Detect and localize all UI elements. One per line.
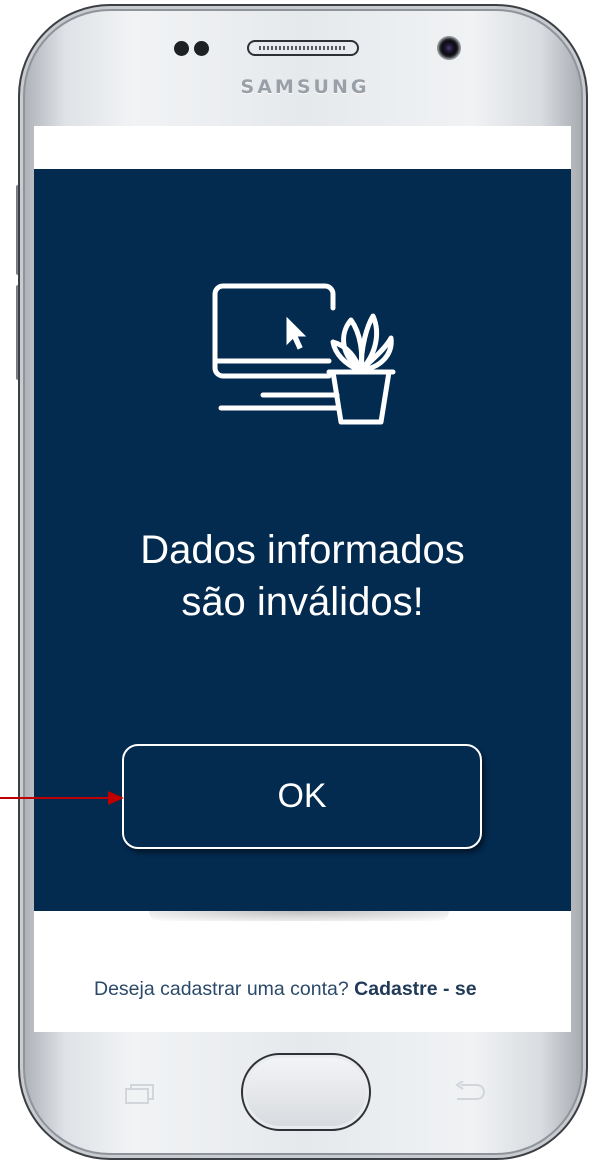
signup-link[interactable]: Cadastre - se <box>354 978 476 1000</box>
back-icon[interactable] <box>451 1081 487 1105</box>
signup-prompt: Deseja cadastrar uma conta? <box>94 978 349 1000</box>
error-message-line-1: Dados informados <box>140 528 465 572</box>
phone-screen: Dados informados são inválidos! OK Desej… <box>34 126 571 1032</box>
signup-line: Deseja cadastrar uma conta? Cadastre - s… <box>94 978 477 1001</box>
sensor-dot <box>194 41 209 56</box>
front-camera-icon <box>437 36 461 60</box>
home-button[interactable] <box>241 1053 371 1131</box>
screenshot-stage: SAMSUNG Dados informados são inválidos! … <box>0 0 590 1165</box>
red-arrow-pointing-to-ok <box>0 791 124 805</box>
earpiece-speaker <box>247 40 359 56</box>
sensor-dot <box>174 41 189 56</box>
recent-apps-icon[interactable] <box>124 1083 156 1105</box>
ok-button[interactable]: OK <box>122 744 482 849</box>
error-message: Dados informados são inválidos! <box>34 524 571 628</box>
brand-logo: SAMSUNG <box>240 76 370 98</box>
error-message-line-2: são inválidos! <box>181 580 424 624</box>
computer-with-plant-icon <box>212 283 396 425</box>
